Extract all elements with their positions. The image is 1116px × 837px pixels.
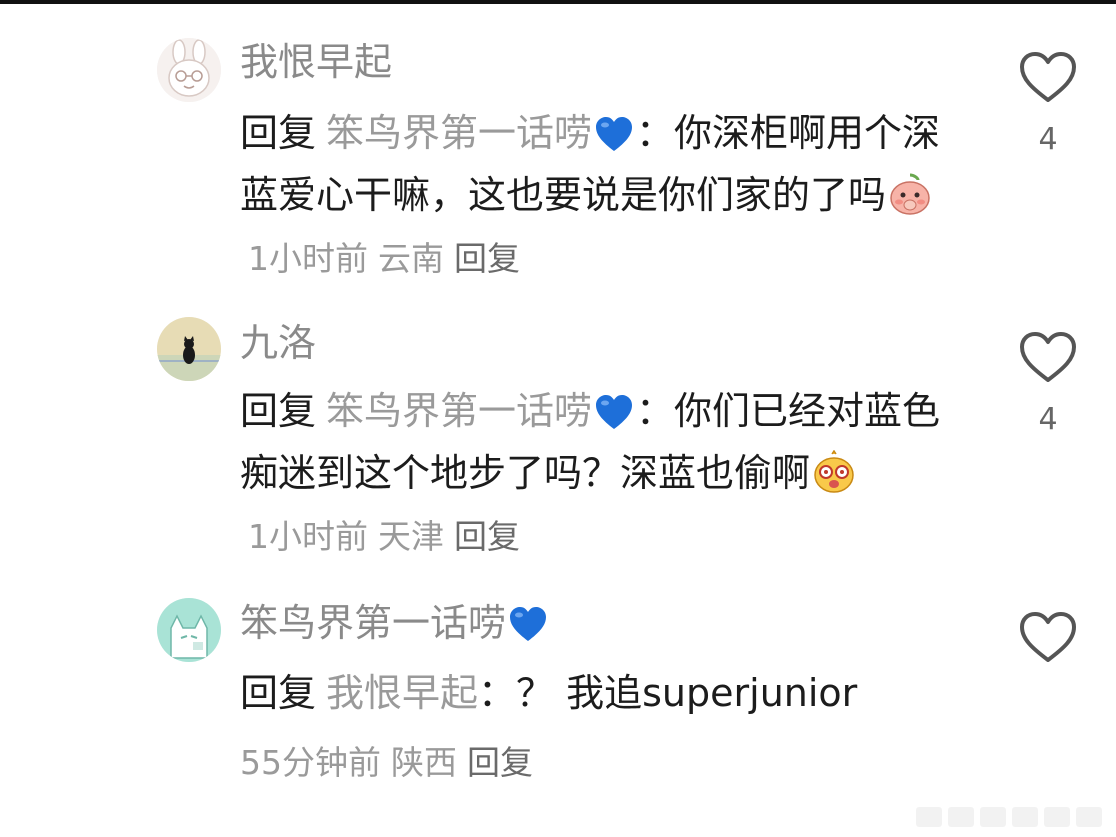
avatar[interactable]	[157, 598, 221, 662]
reply-colon: ：	[636, 111, 675, 155]
blue-heart-icon	[596, 395, 633, 429]
username[interactable]: 笨鸟界第一话唠	[240, 598, 550, 648]
comment-location: 云南	[378, 239, 444, 278]
like-button[interactable]	[1018, 610, 1078, 664]
comment-time: 1小时前	[248, 517, 368, 556]
comment-location: 陕西	[391, 743, 457, 782]
reply-colon: ：	[636, 389, 675, 433]
heart-outline-icon	[1020, 52, 1076, 102]
username[interactable]: 九洛	[240, 318, 316, 368]
reply-prefix: 回复	[240, 111, 317, 155]
reply-button[interactable]: 回复	[467, 743, 533, 782]
reply-button[interactable]: 回复	[454, 517, 520, 556]
dizzy-face-emoji-icon	[814, 450, 854, 493]
comment-body: 回复 我恨早起：？ 我追superjunior	[240, 662, 960, 724]
like-count: 4	[1038, 402, 1058, 437]
comment-meta: 55分钟前 陕西 回复	[240, 738, 543, 788]
like-button[interactable]: 4	[1018, 50, 1078, 157]
like-count: 4	[1038, 122, 1058, 157]
avatar[interactable]	[157, 317, 221, 381]
username[interactable]: 我恨早起	[240, 37, 392, 87]
comment-meta: 1小时前 云南 回复	[248, 239, 530, 278]
comment-text: ？ 我追superjunior	[516, 671, 858, 715]
reply-target-name[interactable]: 笨鸟界第一话唠	[326, 389, 592, 433]
reply-colon: ：	[478, 671, 517, 715]
comment-body: 回复 笨鸟界第一话唠 ：你深柜啊用个深蓝爱心干嘛，这也要说是你们家的了吗1小时前 云南…	[240, 102, 960, 290]
comment-meta: 1小时前 天津 回复	[248, 517, 530, 556]
like-button[interactable]: 4	[1018, 330, 1078, 437]
reply-prefix: 回复	[240, 389, 317, 433]
avatar[interactable]	[157, 38, 221, 102]
reply-target-name[interactable]: 笨鸟界第一话唠	[326, 111, 592, 155]
blue-heart-icon	[596, 117, 633, 151]
comment-location: 天津	[378, 517, 444, 556]
username-text: 笨鸟界第一话唠	[240, 601, 507, 645]
reply-button[interactable]: 回复	[454, 239, 520, 278]
cartoon-cat-avatar-icon	[157, 598, 221, 662]
blue-heart-icon	[510, 607, 547, 641]
comment-time: 55分钟前	[240, 743, 381, 782]
reply-prefix: 回复	[240, 671, 317, 715]
top-divider	[0, 0, 1116, 4]
watermark	[916, 807, 1102, 827]
black-cat-avatar-icon	[157, 317, 221, 381]
heart-outline-icon	[1020, 612, 1076, 662]
heart-outline-icon	[1020, 332, 1076, 382]
comment-time: 1小时前	[248, 239, 368, 278]
shy-peach-emoji-icon	[890, 173, 930, 215]
bunny-avatar-icon	[157, 38, 221, 102]
reply-target-name[interactable]: 我恨早起	[326, 671, 478, 715]
comment-body: 回复 笨鸟界第一话唠 ：你们已经对蓝色痴迷到这个地步了吗？深蓝也偷啊1小时前 天津 回复	[240, 380, 960, 568]
